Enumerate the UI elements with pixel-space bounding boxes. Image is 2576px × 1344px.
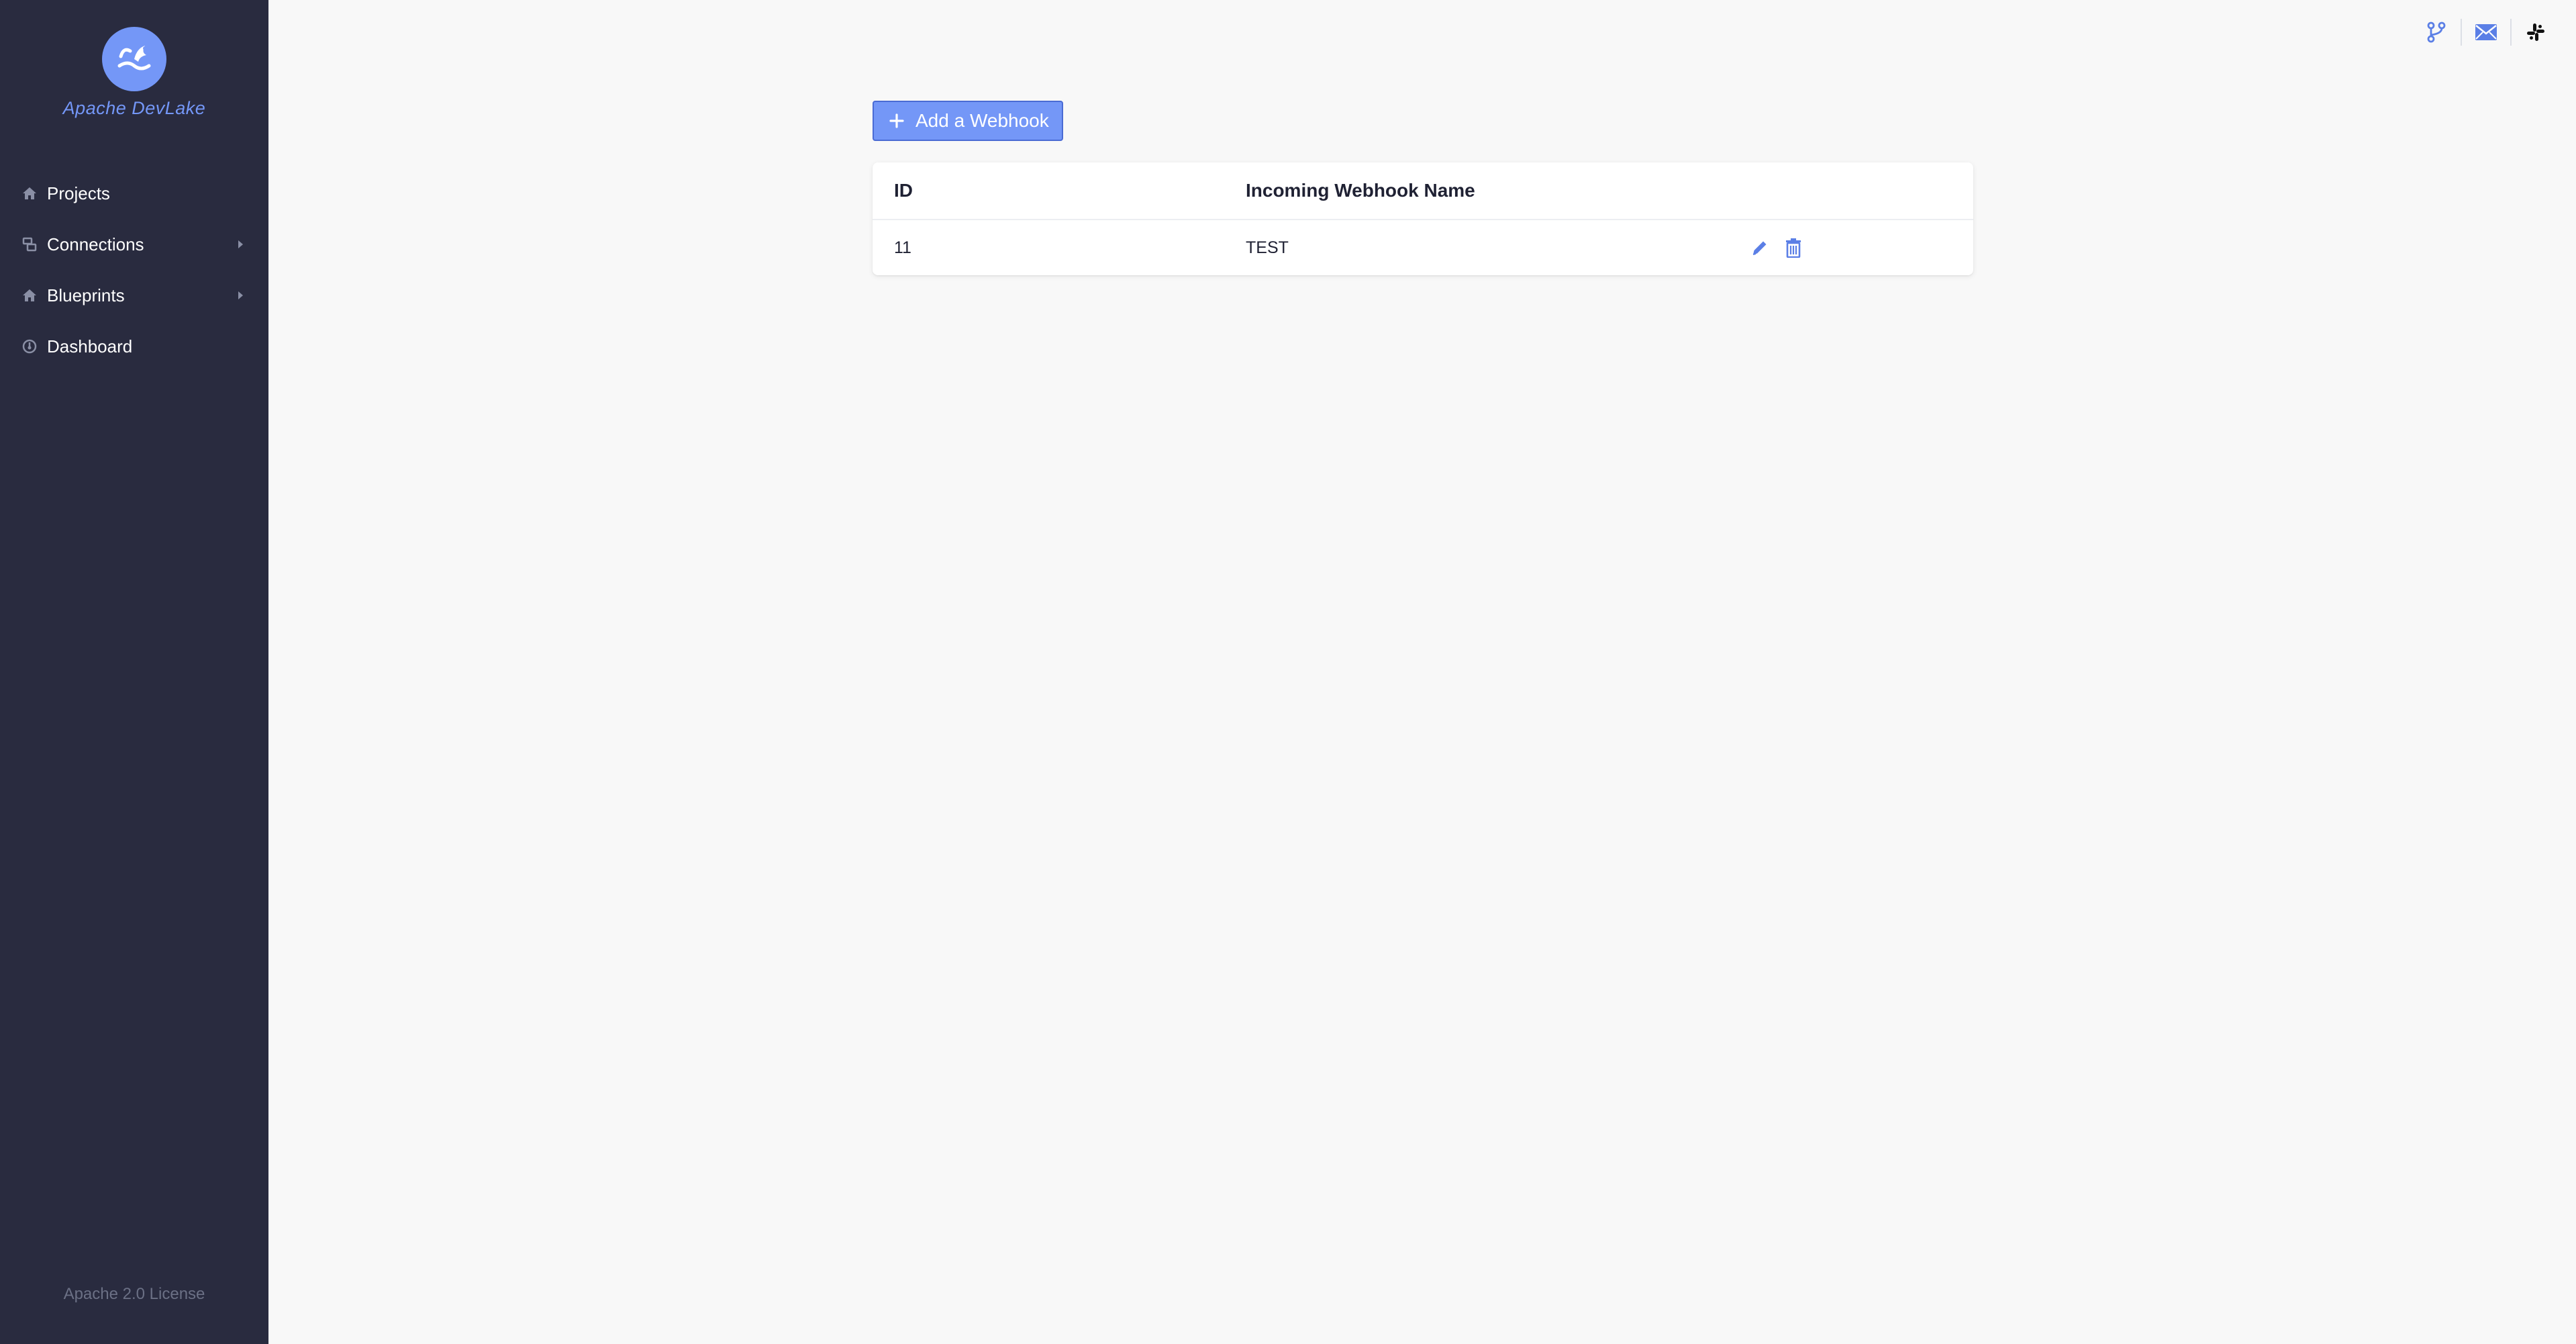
table-header: ID Incoming Webhook Name: [873, 162, 1973, 220]
column-header-id: ID: [894, 180, 913, 201]
dashboard-icon: [21, 338, 38, 354]
divider: [2510, 19, 2512, 46]
logo[interactable]: Apache DevLake: [0, 27, 268, 119]
webhooks-table: ID Incoming Webhook Name 11 TEST: [873, 162, 1973, 275]
home-icon: [21, 185, 38, 201]
home-icon: [21, 287, 38, 303]
add-webhook-button[interactable]: Add a Webhook: [873, 101, 1063, 141]
caret-right-icon: [238, 240, 243, 248]
plus-icon: [889, 113, 905, 129]
delete-icon[interactable]: [1783, 237, 1804, 258]
sidebar-item-label: Blueprints: [47, 285, 125, 305]
webhook-name-cell: TEST: [1246, 238, 1289, 257]
row-actions: [1749, 220, 1804, 275]
sidebar-item-label: Connections: [47, 234, 144, 254]
sidebar-item-blueprints[interactable]: Blueprints: [0, 270, 268, 321]
devlake-logo-icon: [102, 27, 166, 91]
database-icon: [21, 236, 38, 252]
table-row: 11 TEST: [873, 220, 1973, 275]
sidebar-item-dashboard[interactable]: Dashboard: [0, 321, 268, 372]
license-footer[interactable]: Apache 2.0 License: [0, 1285, 268, 1304]
sidebar-item-label: Projects: [47, 183, 110, 203]
logo-text: Apache DevLake: [62, 98, 206, 118]
caret-right-icon: [238, 291, 243, 299]
slack-icon[interactable]: [2522, 19, 2549, 46]
sidebar: Apache DevLake Projects Connections Blue…: [0, 0, 268, 1344]
git-branch-icon[interactable]: [2423, 19, 2450, 46]
edit-icon[interactable]: [1749, 237, 1771, 258]
header-icons: [2423, 19, 2549, 46]
sidebar-item-connections[interactable]: Connections: [0, 219, 268, 270]
divider: [2461, 19, 2462, 46]
column-header-name: Incoming Webhook Name: [1246, 180, 1475, 201]
app-window: Apache DevLake Projects Connections Blue…: [0, 0, 2576, 1344]
webhook-id-cell: 11: [894, 238, 911, 257]
add-webhook-label: Add a Webhook: [915, 110, 1049, 131]
sidebar-item-projects[interactable]: Projects: [0, 168, 268, 219]
sidebar-nav: Projects Connections Blueprints Dashboar…: [0, 168, 268, 372]
sidebar-item-label: Dashboard: [47, 336, 133, 356]
mail-icon[interactable]: [2473, 19, 2499, 46]
